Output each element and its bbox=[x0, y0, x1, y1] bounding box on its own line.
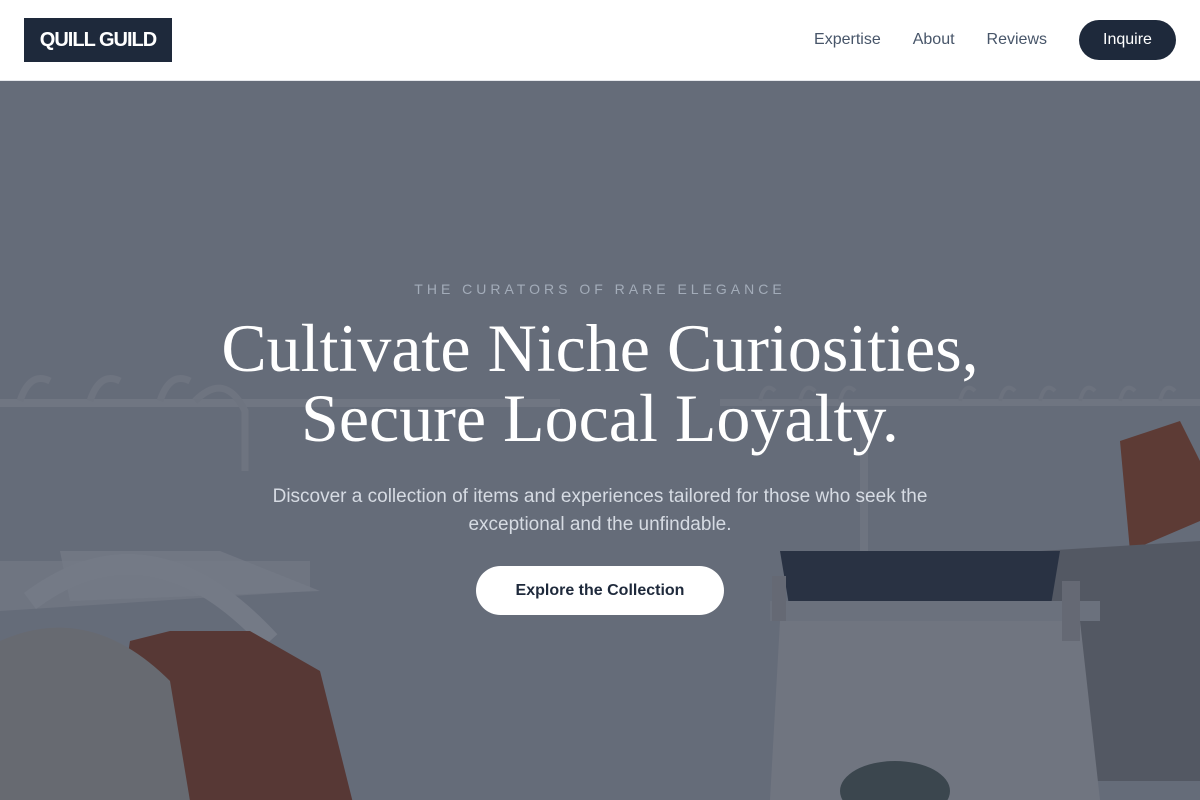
hero-subtext: Discover a collection of items and exper… bbox=[272, 486, 928, 535]
explore-collection-button[interactable]: Explore the Collection bbox=[476, 566, 724, 615]
hero-headline-line2: Secure Local Loyalty. bbox=[301, 380, 899, 456]
logo[interactable]: QUILL GUILD bbox=[24, 18, 172, 62]
nav-link-about[interactable]: About bbox=[913, 31, 955, 49]
nav-link-reviews[interactable]: Reviews bbox=[987, 31, 1047, 49]
hero-eyebrow: THE CURATORS OF RARE ELEGANCE bbox=[414, 281, 786, 297]
hero-section: THE CURATORS OF RARE ELEGANCE Cultivate … bbox=[0, 81, 1200, 800]
site-header: QUILL GUILD Expertise About Reviews Inqu… bbox=[0, 0, 1200, 81]
nav-link-expertise[interactable]: Expertise bbox=[814, 31, 881, 49]
hero-content: THE CURATORS OF RARE ELEGANCE Cultivate … bbox=[0, 81, 1200, 800]
hero-headline-line1: Cultivate Niche Curiosities, bbox=[221, 310, 979, 386]
main-nav: Expertise About Reviews Inquire bbox=[814, 20, 1176, 60]
hero-headline: Cultivate Niche Curiosities, Secure Loca… bbox=[100, 313, 1100, 453]
inquire-button[interactable]: Inquire bbox=[1079, 20, 1176, 60]
